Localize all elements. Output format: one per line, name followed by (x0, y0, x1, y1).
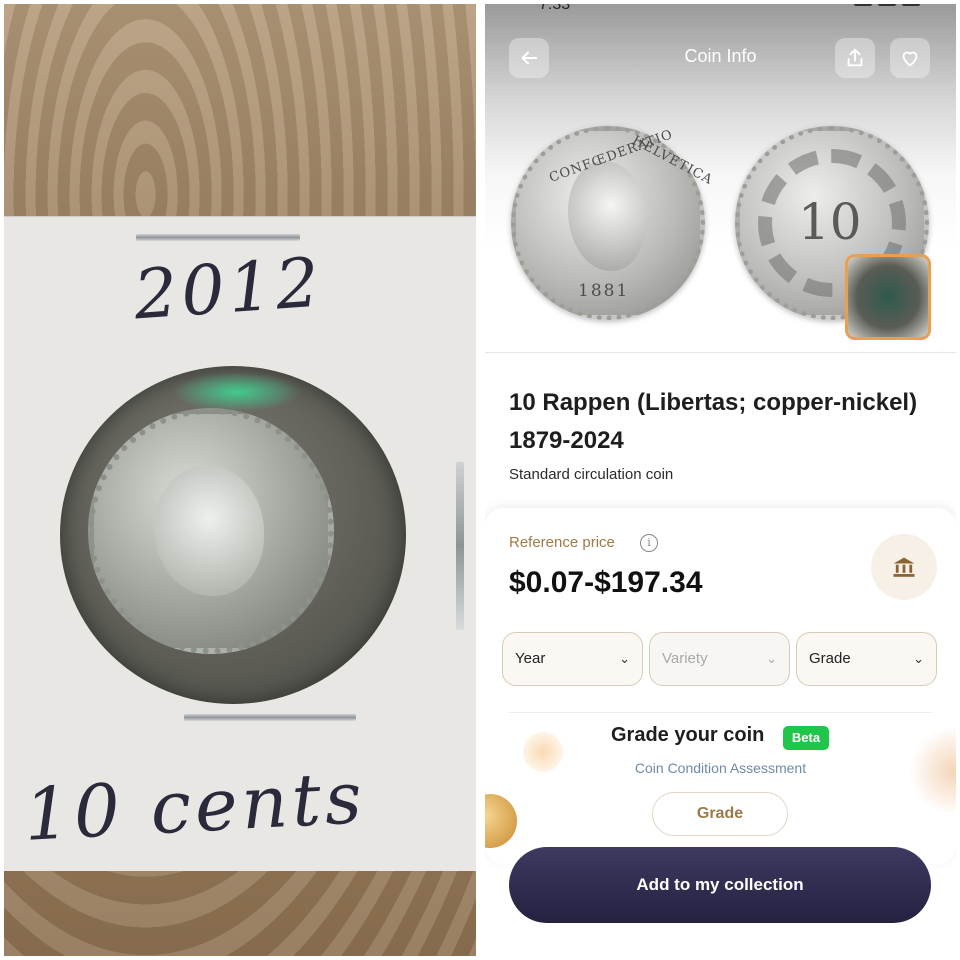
staple-right (456, 462, 464, 630)
coin-name: 10 Rappen (Libertas; copper-nickel) 1879… (509, 389, 918, 454)
status-time: 7:33 (539, 4, 571, 13)
chevron-down-icon: ⌄ (766, 651, 777, 666)
info-icon[interactable]: i (640, 534, 658, 552)
year-select[interactable]: Year ⌄ (502, 632, 643, 686)
user-photo-thumbnail[interactable] (845, 254, 931, 340)
photographed-coin (88, 408, 334, 654)
grade-button[interactable]: Grade (652, 792, 788, 836)
libertas-head (568, 161, 646, 271)
coin-type: Standard circulation coin (509, 466, 674, 483)
reference-price-value: $0.07-$197.34 (509, 566, 703, 599)
variety-select-label: Variety (662, 650, 708, 667)
share-button[interactable] (835, 38, 875, 78)
bank-icon (893, 557, 915, 577)
staple-bottom (184, 714, 356, 721)
status-icons (830, 4, 920, 8)
coin-obverse-image[interactable]: CONFŒDERATIO HELVETICA 1881 (511, 126, 715, 320)
year-select-label: Year (515, 650, 546, 667)
divider (509, 712, 932, 713)
grade-section-subtitle: Coin Condition Assessment (634, 760, 807, 776)
page-title: Coin Info (684, 46, 757, 66)
grade-section-title: Grade your coin (611, 724, 765, 746)
coin-bust (154, 466, 264, 596)
variety-select[interactable]: Variety ⌄ (649, 632, 790, 686)
add-to-collection-button[interactable]: Add to my collection (509, 847, 931, 923)
favorite-button[interactable] (890, 38, 930, 78)
heart-icon (902, 51, 918, 67)
coin-info-screen: 7:33 Coin Info CONFŒDERATIO HELVETICA 18… (485, 4, 956, 956)
obverse-year: 1881 (578, 281, 630, 301)
grade-select-label: Grade (809, 650, 851, 667)
handwritten-year: 2012 (131, 243, 326, 336)
grade-select[interactable]: Grade ⌄ (796, 632, 937, 686)
divider (485, 352, 956, 353)
bank-button[interactable] (871, 534, 937, 600)
reference-price-label: Reference price (509, 534, 615, 551)
reverse-denomination: 10 (798, 193, 862, 251)
staple-top (136, 234, 300, 241)
beta-badge: Beta (783, 726, 829, 750)
chevron-down-icon: ⌄ (913, 651, 924, 666)
chevron-down-icon: ⌄ (619, 651, 630, 666)
coin-photo: 2012 10 cents (4, 4, 476, 956)
share-icon (847, 48, 863, 67)
green-glare (172, 372, 302, 412)
handwritten-value: 10 cents (22, 755, 368, 857)
